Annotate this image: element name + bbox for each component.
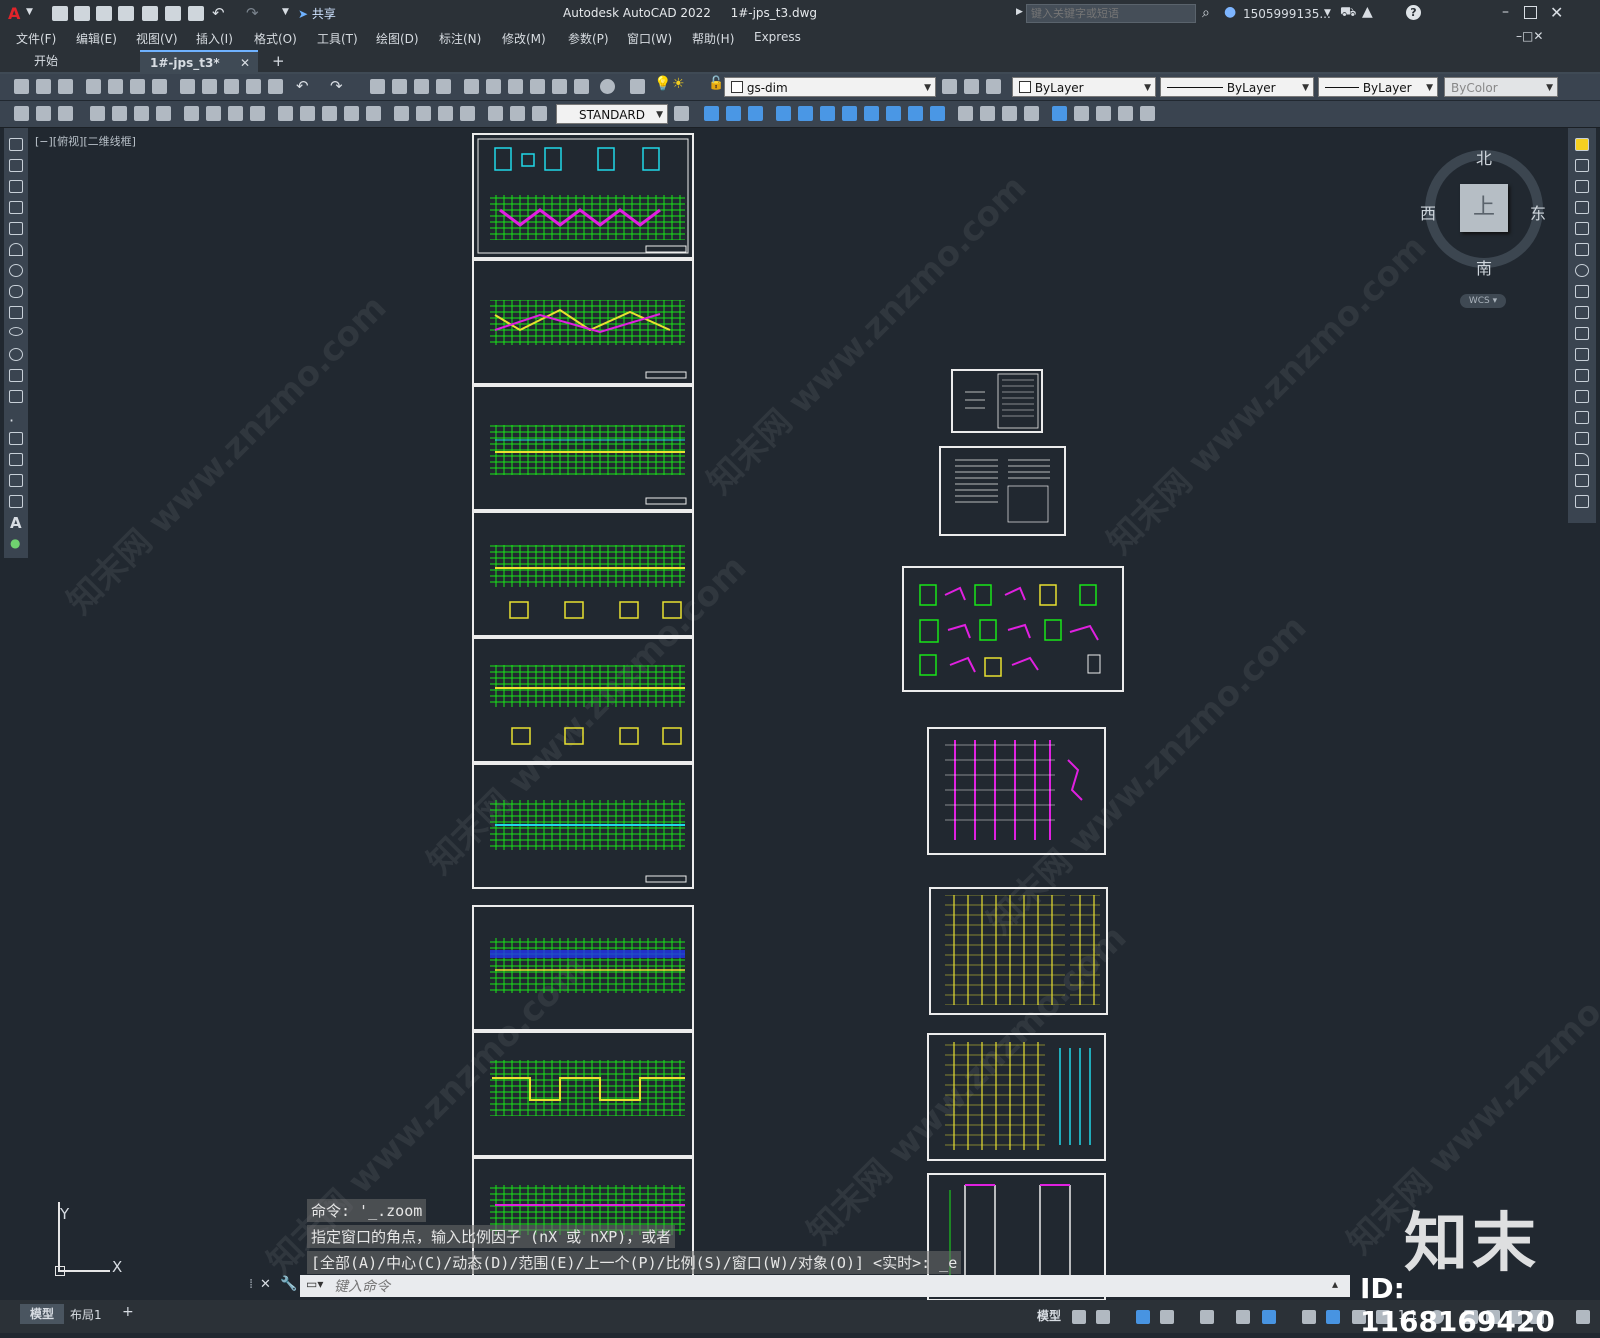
isodraft-icon[interactable] — [1200, 1310, 1214, 1324]
compass-south[interactable]: 南 — [1476, 255, 1492, 279]
lineweight-icon[interactable] — [1302, 1310, 1316, 1324]
layout-tab-layout1[interactable]: 布局1 — [70, 1306, 102, 1323]
ucs-label: WCS — [1468, 296, 1490, 306]
sheet-6[interactable] — [472, 763, 694, 889]
sheet-8[interactable] — [472, 1031, 694, 1157]
sheet-7[interactable] — [472, 905, 694, 1031]
ucs-x-label: X — [112, 1258, 123, 1276]
command-close-icon[interactable]: ✕ — [260, 1277, 271, 1292]
command-history-line: [全部(A)/中心(C)/动态(D)/范围(E)/上一个(P)/比例(S)/窗口… — [307, 1251, 962, 1274]
layout-tab-add[interactable]: + — [122, 1304, 134, 1320]
ucs-origin-box — [55, 1266, 65, 1276]
object-snap-icon[interactable] — [1262, 1310, 1276, 1324]
object-snap-tracking-icon[interactable] — [1236, 1310, 1250, 1324]
command-history-line: 命令: '_.zoom — [307, 1199, 427, 1222]
sheet-1[interactable] — [472, 133, 694, 259]
sheet-notes[interactable] — [939, 446, 1066, 536]
command-line: ▭▾ ▴ — [300, 1275, 1350, 1298]
sheet-column-right — [902, 369, 1124, 1301]
compass-east[interactable]: 东 — [1530, 200, 1546, 224]
command-customize-icon[interactable]: 🔧 — [280, 1276, 297, 1292]
sheet-system-3[interactable] — [927, 1033, 1106, 1161]
sheet-5[interactable] — [472, 637, 694, 763]
chevron-down-icon: ▾ — [1492, 296, 1498, 306]
command-input[interactable] — [332, 1276, 1316, 1298]
grid-icon[interactable] — [1072, 1310, 1086, 1324]
ucs-icon-x-axis — [58, 1270, 110, 1272]
ucs-menu-button[interactable]: WCS ▾ — [1460, 294, 1506, 308]
model-space-button[interactable]: 模型 — [1037, 1307, 1061, 1324]
command-prompt-icon[interactable]: ▭▾ — [306, 1277, 323, 1291]
snap-icon[interactable] — [1096, 1310, 1110, 1324]
command-recent-icon[interactable]: ▴ — [1332, 1277, 1338, 1291]
sheet-system-2[interactable] — [929, 887, 1108, 1015]
command-history-line: 指定窗口的角点，输入比例因子 (nX 或 nXP)，或者 — [307, 1225, 676, 1248]
sheet-2[interactable] — [472, 259, 694, 385]
sheet-cover[interactable] — [951, 369, 1043, 433]
compass-north[interactable]: 北 — [1476, 145, 1492, 169]
sheet-4[interactable] — [472, 511, 694, 637]
watermark-id: ID: 1168169420 — [1360, 1272, 1555, 1338]
sheet-column-left — [472, 133, 694, 1283]
ucs-y-label: Y — [60, 1205, 70, 1223]
polar-icon[interactable] — [1160, 1310, 1174, 1324]
sheet-system-1[interactable] — [927, 727, 1106, 855]
watermark-brand: 知末 — [1404, 1207, 1540, 1281]
viewcube-top-face[interactable]: 上 — [1460, 184, 1508, 232]
command-grip-icon[interactable]: ⁞ — [249, 1277, 253, 1292]
layout-tab-model[interactable]: 模型 — [20, 1304, 64, 1324]
compass-west[interactable]: 西 — [1420, 200, 1436, 224]
annotation-visibility-icon[interactable] — [1326, 1310, 1340, 1324]
drawing-sheets — [472, 133, 1124, 1301]
sheet-3[interactable] — [472, 385, 694, 511]
ortho-icon[interactable] — [1136, 1310, 1150, 1324]
sheet-details[interactable] — [902, 566, 1124, 692]
